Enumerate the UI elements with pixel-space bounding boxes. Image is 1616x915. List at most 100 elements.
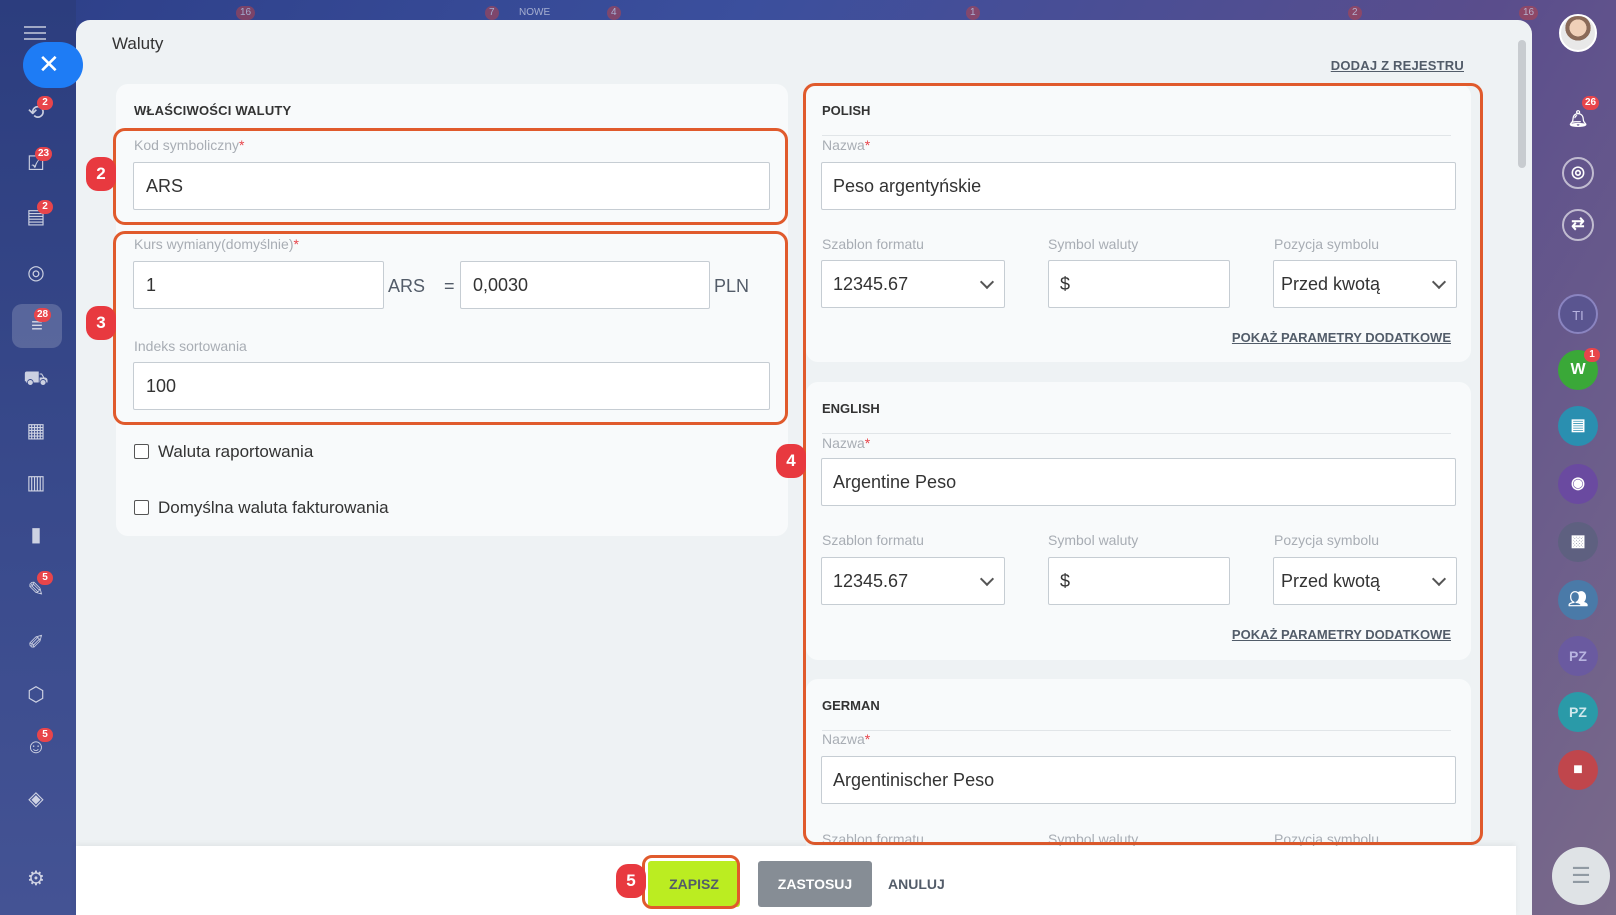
group-avatar[interactable]: ▩ bbox=[1558, 522, 1598, 562]
equals-sign: = bbox=[444, 276, 455, 296]
language-title: ENGLISH bbox=[822, 401, 880, 416]
top-counter: 16 bbox=[236, 6, 256, 20]
symbol-label: Symbol waluty bbox=[1048, 236, 1139, 252]
document-icon[interactable]: ✎ 5 bbox=[21, 571, 53, 605]
checkbox[interactable] bbox=[134, 444, 149, 459]
target-icon[interactable]: ◎ bbox=[21, 258, 51, 288]
language-title: POLISH bbox=[822, 103, 871, 118]
section-title: WŁAŚCIWOŚCI WALUTY bbox=[134, 103, 292, 118]
target-icon[interactable]: ◎ bbox=[1562, 157, 1594, 189]
position-label: Pozycja symbolu bbox=[1274, 831, 1380, 846]
symbol-label: Symbol waluty bbox=[1048, 532, 1139, 548]
checkbox-label: Domyślna waluta fakturowania bbox=[158, 498, 389, 517]
top-counter: 7 bbox=[485, 6, 499, 20]
format-label: Szablon formatu bbox=[822, 532, 924, 548]
step-marker: 4 bbox=[776, 444, 806, 478]
name-input[interactable]: Argentine Peso bbox=[821, 458, 1456, 506]
top-counter: NOWE bbox=[519, 7, 551, 18]
divider bbox=[822, 135, 1451, 136]
format-select[interactable]: 12345.67 bbox=[821, 260, 1005, 308]
filter-icon[interactable]: ≡ 28 bbox=[12, 304, 62, 348]
code-input[interactable]: ARS bbox=[133, 162, 770, 210]
bell-icon[interactable]: 🔔︎ 26 bbox=[1558, 96, 1600, 140]
robot-icon[interactable]: ☺ 5 bbox=[21, 728, 53, 762]
checkbox[interactable] bbox=[134, 500, 149, 515]
messenger-button[interactable]: ☰ bbox=[1552, 847, 1610, 905]
add-from-registry-link[interactable]: DODAJ Z REJESTRU bbox=[1331, 58, 1464, 73]
chevron-down-icon bbox=[1431, 274, 1447, 290]
sort-input[interactable]: 100 bbox=[133, 362, 770, 410]
pen-icon[interactable]: ✐ bbox=[21, 628, 51, 658]
position-select[interactable]: Przed kwotą bbox=[1273, 557, 1457, 605]
chevron-down-icon bbox=[979, 274, 995, 290]
chat-icon[interactable]: ▤ bbox=[1558, 406, 1598, 446]
format-label: Szablon formatu bbox=[822, 831, 924, 846]
step-marker: 3 bbox=[86, 306, 116, 340]
badge: 2 bbox=[37, 96, 53, 110]
chart-icon[interactable]: ▮ bbox=[21, 520, 51, 550]
rate-amount-input[interactable]: 1 bbox=[133, 261, 384, 309]
format-select[interactable]: 12345.67 bbox=[821, 557, 1005, 605]
contacts-icon[interactable]: ▤ 2 bbox=[21, 200, 53, 232]
language-panel-german: GERMAN Nazwa* Argentinischer Peso Szablo… bbox=[806, 679, 1471, 846]
cart-icon[interactable]: ⛟ bbox=[21, 364, 51, 394]
avatar-ti[interactable]: TI bbox=[1558, 294, 1598, 334]
rate-value-input[interactable]: 0,0030 bbox=[460, 261, 710, 309]
reporting-currency-checkbox[interactable]: Waluta raportowania bbox=[134, 442, 313, 462]
step-marker: 5 bbox=[616, 864, 646, 898]
top-counter: 2 bbox=[1348, 6, 1362, 20]
top-counter: 16 bbox=[1519, 6, 1539, 20]
save-button[interactable]: ZAPISZ bbox=[648, 861, 740, 907]
user-avatar[interactable] bbox=[1559, 14, 1597, 52]
video-icon[interactable]: ■ bbox=[1558, 750, 1598, 790]
default-invoice-currency-checkbox[interactable]: Domyślna waluta fakturowania bbox=[134, 498, 389, 518]
scrollbar[interactable] bbox=[1518, 40, 1526, 168]
top-counter: 4 bbox=[607, 6, 621, 20]
show-extra-params-link[interactable]: POKAŻ PARAMETRY DODATKOWE bbox=[1232, 330, 1451, 345]
avatar-w[interactable]: W1 bbox=[1558, 348, 1600, 390]
box-icon[interactable]: ◈ bbox=[21, 784, 51, 814]
divider bbox=[822, 730, 1451, 731]
name-input[interactable]: Argentinischer Peso bbox=[821, 756, 1456, 804]
name-label: Nazwa* bbox=[822, 137, 871, 153]
gear-icon[interactable]: ⚙ bbox=[21, 864, 51, 894]
chevron-down-icon bbox=[1431, 571, 1447, 587]
store-icon[interactable]: ▦ bbox=[21, 416, 51, 446]
badge: 1 bbox=[1584, 348, 1600, 362]
symbol-input[interactable]: $ bbox=[1048, 260, 1230, 308]
step-marker: 2 bbox=[86, 157, 116, 191]
avatar-pz[interactable]: PZ bbox=[1558, 636, 1598, 676]
flow-icon[interactable]: ⟲ 2 bbox=[21, 96, 53, 128]
menu-icon[interactable] bbox=[24, 26, 46, 40]
users-icon[interactable]: 👥︎ bbox=[1558, 580, 1598, 620]
name-input[interactable]: Peso argentyńskie bbox=[821, 162, 1456, 210]
open-channel-icon[interactable]: ◉ bbox=[1558, 464, 1598, 504]
cancel-button[interactable]: ANULUJ bbox=[888, 861, 952, 907]
base-currency: PLN bbox=[714, 276, 750, 296]
sync-icon[interactable]: ⇄ bbox=[1562, 209, 1594, 241]
avatar-pz[interactable]: PZ bbox=[1558, 692, 1598, 732]
apply-button[interactable]: ZASTOSUJ bbox=[758, 861, 872, 907]
show-extra-params-link[interactable]: POKAŻ PARAMETRY DODATKOWE bbox=[1232, 627, 1451, 642]
calendar-icon[interactable]: ▥ bbox=[21, 468, 51, 498]
badge: 5 bbox=[37, 571, 53, 585]
hexagon-icon[interactable]: ⬡ bbox=[21, 680, 51, 710]
page-title: Waluty bbox=[112, 34, 164, 53]
badge: 28 bbox=[34, 308, 52, 322]
symbol-label: Symbol waluty bbox=[1048, 831, 1139, 846]
format-label: Szablon formatu bbox=[822, 236, 924, 252]
code-label: Kod symboliczny* bbox=[134, 137, 245, 153]
sort-label: Indeks sortowania bbox=[134, 338, 247, 354]
badge: 23 bbox=[35, 147, 53, 161]
position-label: Pozycja symbolu bbox=[1274, 236, 1380, 252]
position-label: Pozycja symbolu bbox=[1274, 532, 1380, 548]
name-label: Nazwa* bbox=[822, 731, 871, 747]
tasks-icon[interactable]: ☑ 23 bbox=[21, 147, 53, 179]
close-icon[interactable]: ✕ bbox=[23, 42, 83, 88]
avatar-label: W bbox=[1570, 361, 1586, 378]
rate-label: Kurs wymiany(domyślnie)* bbox=[134, 236, 299, 252]
language-panel-english: ENGLISH Nazwa* Argentine Peso Szablon fo… bbox=[806, 382, 1471, 660]
symbol-input[interactable]: $ bbox=[1048, 557, 1230, 605]
position-select[interactable]: Przed kwotą bbox=[1273, 260, 1457, 308]
badge: 2 bbox=[37, 200, 53, 214]
